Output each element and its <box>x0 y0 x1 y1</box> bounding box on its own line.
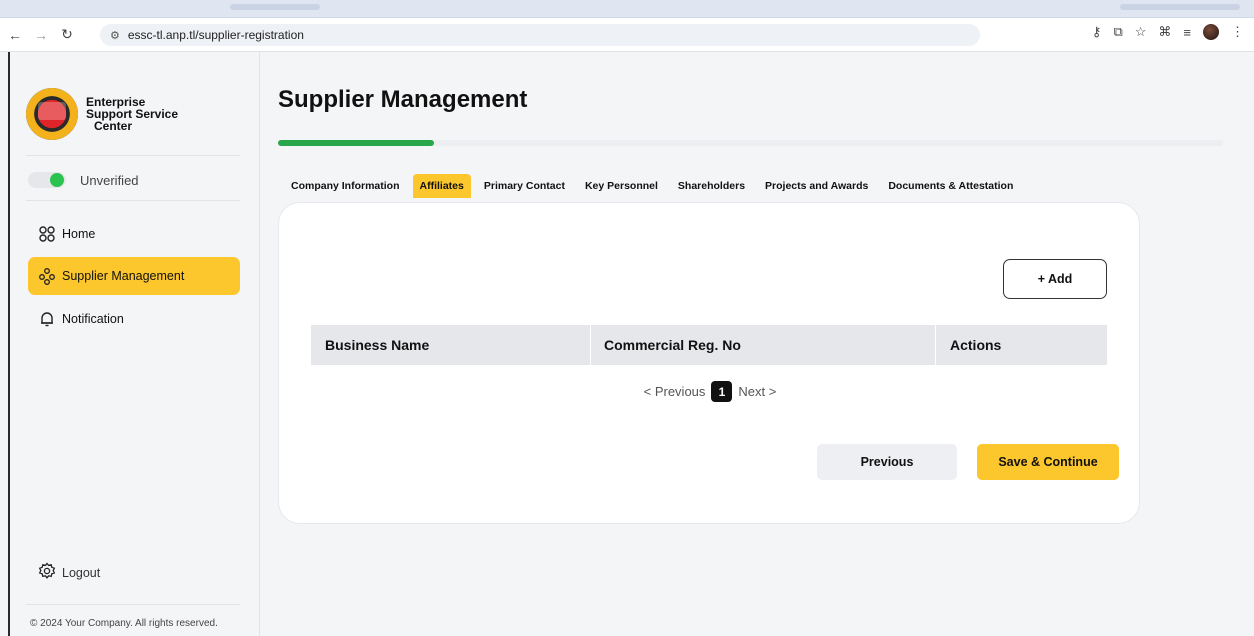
progress-fill <box>278 140 434 146</box>
site-settings-icon[interactable]: ⚙ <box>110 29 120 42</box>
registration-progress-bar <box>278 140 1223 146</box>
grid-icon <box>38 225 56 243</box>
network-icon <box>38 267 56 285</box>
essc-logo <box>26 88 78 140</box>
tab-shareholders[interactable]: Shareholders <box>671 174 752 198</box>
reload-icon[interactable]: ↻ <box>56 24 78 46</box>
sidebar-item-notification[interactable]: Notification <box>28 300 240 338</box>
status-label: Unverified <box>80 172 139 188</box>
bookmark-star-icon[interactable]: ☆ <box>1135 24 1147 40</box>
sidebar: Enterprise Support Service Center Unveri… <box>10 52 260 636</box>
pagination-page-1[interactable]: 1 <box>711 381 733 402</box>
table-header: Business Name Commercial Reg. No Actions <box>311 325 1107 365</box>
status-toggle <box>28 172 66 188</box>
tab-documents-attestation[interactable]: Documents & Attestation <box>881 174 1020 198</box>
profile-avatar[interactable] <box>1203 24 1219 40</box>
tab-affiliates[interactable]: Affiliates <box>412 174 471 198</box>
logout-label: Logout <box>62 565 101 580</box>
install-app-icon[interactable]: ⧉ <box>1113 24 1122 40</box>
column-header-commercial-reg-no: Commercial Reg. No <box>591 325 936 365</box>
copyright-text: © 2024 Your Company. All rights reserved… <box>30 618 218 629</box>
brand: Enterprise Support Service Center <box>26 88 196 140</box>
verification-status: Unverified <box>28 172 139 188</box>
tab-primary-contact[interactable]: Primary Contact <box>477 174 572 198</box>
kebab-menu-icon[interactable]: ⋮ <box>1231 24 1244 40</box>
tab-key-personnel[interactable]: Key Personnel <box>578 174 665 198</box>
address-bar[interactable]: ⚙ essc-tl.anp.tl/supplier-registration <box>100 24 980 46</box>
sidebar-item-label: Notification <box>62 312 124 326</box>
affiliates-card: + Add Business Name Commercial Reg. No A… <box>278 202 1140 524</box>
password-key-icon[interactable]: ⚷ <box>1092 24 1102 40</box>
pagination: < Previous 1 Next > <box>279 381 1141 402</box>
pagination-next[interactable]: Next > <box>738 384 776 399</box>
sidebar-item-label: Supplier Management <box>62 269 185 283</box>
tab-company-information[interactable]: Company Information <box>284 174 407 198</box>
registration-tabs: Company Information Affiliates Primary C… <box>284 174 1026 198</box>
browser-toolbar: ← → ↻ ⚙ essc-tl.anp.tl/supplier-registra… <box>0 18 1254 52</box>
column-header-business-name: Business Name <box>311 325 591 365</box>
save-continue-button[interactable]: Save & Continue <box>977 444 1119 480</box>
brand-name: Enterprise Support Service Center <box>86 95 179 133</box>
sidebar-item-home[interactable]: Home <box>28 215 240 253</box>
tab-projects-and-awards[interactable]: Projects and Awards <box>758 174 875 198</box>
bell-icon <box>38 310 56 328</box>
divider <box>26 155 240 156</box>
affiliates-table: Business Name Commercial Reg. No Actions <box>311 325 1107 365</box>
browser-tab-strip <box>0 0 1254 18</box>
forward-icon[interactable]: → <box>30 24 52 46</box>
browser-tab[interactable] <box>1120 4 1240 10</box>
sidebar-item-supplier-management[interactable]: Supplier Management <box>28 257 240 295</box>
previous-button[interactable]: Previous <box>817 444 957 480</box>
column-header-actions: Actions <box>950 337 1002 353</box>
divider <box>26 604 240 605</box>
logout-button[interactable]: Logout <box>38 562 100 583</box>
sidebar-item-label: Home <box>62 227 96 241</box>
back-icon[interactable]: ← <box>4 24 26 46</box>
gear-icon <box>38 562 56 583</box>
url-text: essc-tl.anp.tl/supplier-registration <box>127 28 304 42</box>
media-control-icon[interactable]: ≡ <box>1183 25 1191 40</box>
extensions-icon[interactable]: ⌘ <box>1158 24 1171 40</box>
divider <box>26 200 240 201</box>
pagination-previous[interactable]: < Previous <box>644 384 706 399</box>
browser-tab[interactable] <box>230 4 320 10</box>
page-title: Supplier Management <box>278 86 528 113</box>
add-affiliate-button[interactable]: + Add <box>1003 259 1107 299</box>
